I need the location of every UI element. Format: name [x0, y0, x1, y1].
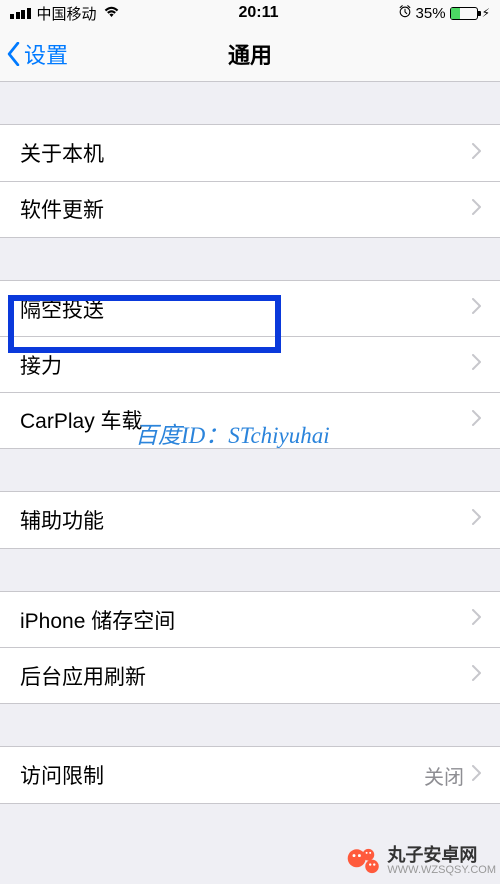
restrictions-row[interactable]: 访问限制 关闭 [0, 747, 500, 803]
nav-bar: 设置 通用 [0, 26, 500, 82]
carplay-row[interactable]: CarPlay 车载 [0, 392, 500, 448]
chevron-right-icon [472, 298, 482, 319]
iphone-storage-row[interactable]: iPhone 储存空间 [0, 592, 500, 648]
back-button[interactable]: 设置 [6, 38, 68, 70]
software-update-row[interactable]: 软件更新 [0, 181, 500, 237]
cell-label: 关于本机 [20, 138, 472, 168]
about-row[interactable]: 关于本机 [0, 125, 500, 181]
background-refresh-row[interactable]: 后台应用刷新 [0, 647, 500, 703]
cell-label: 软件更新 [20, 194, 472, 224]
alarm-icon [398, 4, 412, 22]
cell-label: 接力 [20, 350, 472, 380]
chevron-right-icon [472, 609, 482, 630]
watermark-bottom: 丸子安卓网 WWW.WZSQSY.COM [345, 843, 496, 879]
cell-label: iPhone 储存空间 [20, 605, 472, 635]
chevron-right-icon [472, 765, 482, 786]
chevron-right-icon [472, 410, 482, 431]
status-time: 20:11 [239, 4, 279, 22]
status-right: 35% ⚡︎ [398, 4, 490, 22]
cell-label: 辅助功能 [20, 505, 472, 535]
chevron-right-icon [472, 199, 482, 220]
battery-percent: 35% [416, 5, 446, 22]
cell-label: CarPlay 车载 [20, 405, 472, 435]
airdrop-row[interactable]: 隔空投送 [0, 281, 500, 337]
charging-icon: ⚡︎ [482, 6, 490, 20]
watermark-brand: 丸子安卓网 [387, 846, 496, 865]
battery-icon [450, 7, 478, 20]
watermark-logo-icon [345, 843, 381, 879]
signal-icon [10, 8, 31, 19]
chevron-right-icon [472, 665, 482, 686]
status-bar: 中国移动 20:11 35% ⚡︎ [0, 0, 500, 26]
status-left: 中国移动 [10, 3, 120, 24]
accessibility-row[interactable]: 辅助功能 [0, 492, 500, 548]
cell-label: 隔空投送 [20, 294, 472, 324]
chevron-right-icon [472, 143, 482, 164]
carrier-label: 中国移动 [37, 3, 97, 24]
chevron-right-icon [472, 354, 482, 375]
page-title: 通用 [228, 38, 272, 70]
cell-value: 关闭 [424, 761, 464, 790]
chevron-right-icon [472, 509, 482, 530]
handoff-row[interactable]: 接力 [0, 336, 500, 392]
settings-list: 关于本机 软件更新 隔空投送 接力 CarPlay 车载 辅助功能 [0, 82, 500, 804]
cell-label: 访问限制 [20, 760, 424, 790]
wifi-icon [103, 5, 120, 22]
cell-label: 后台应用刷新 [20, 661, 472, 691]
watermark-url: WWW.WZSQSY.COM [387, 865, 496, 877]
back-label: 设置 [24, 38, 68, 70]
